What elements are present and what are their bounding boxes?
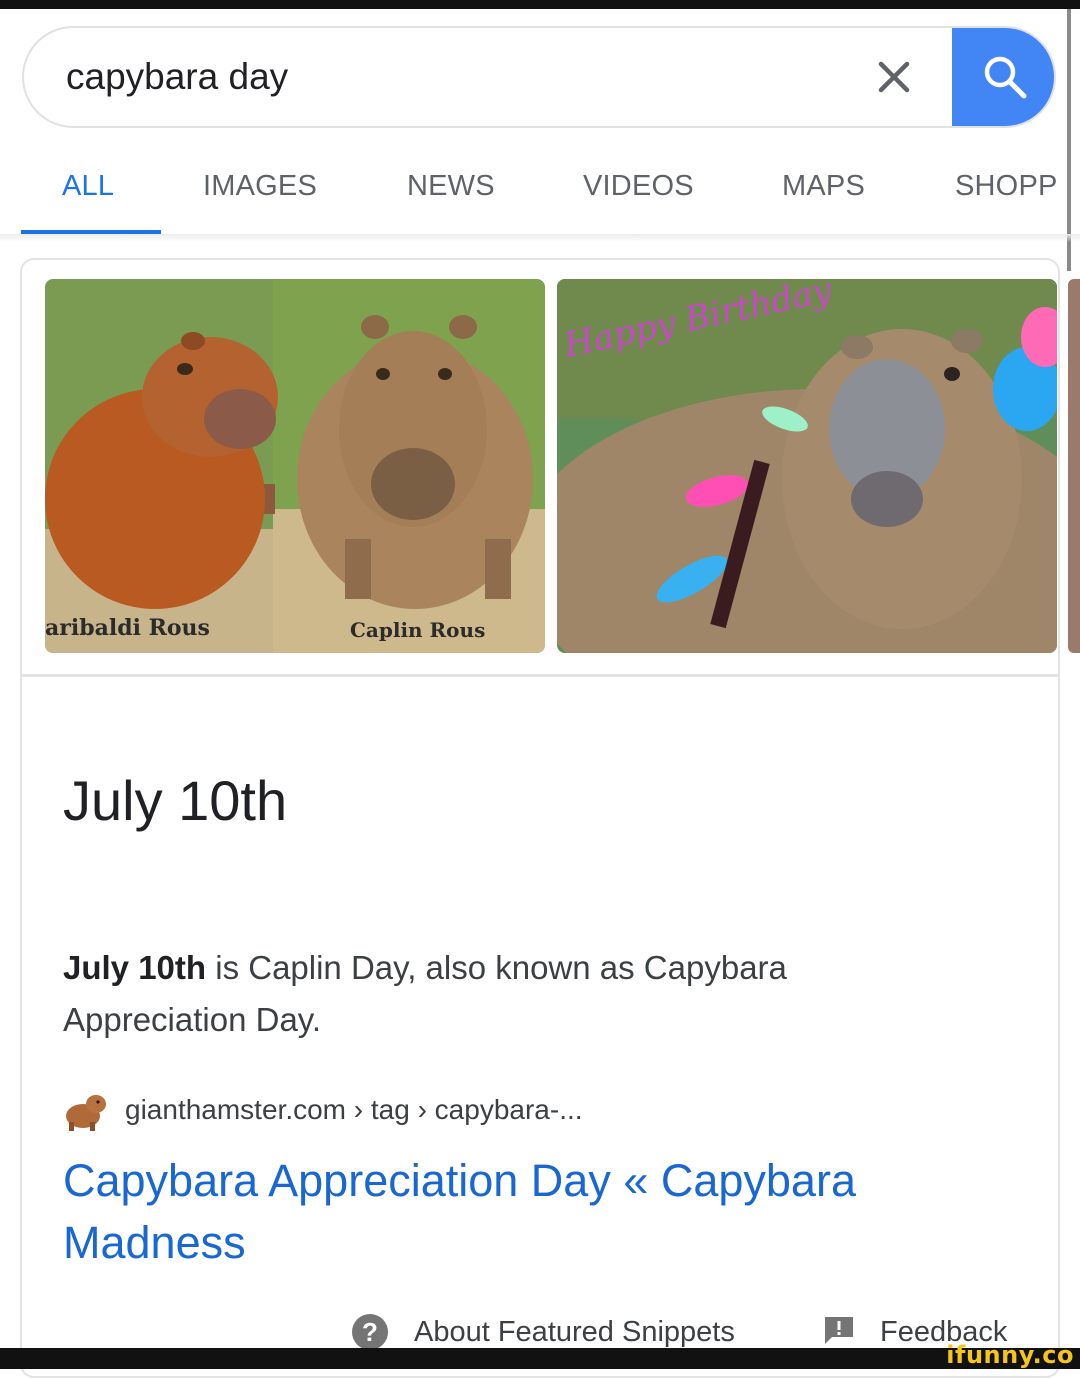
tab-videos[interactable]: VIDEOS: [583, 170, 694, 203]
search-icon: [984, 56, 1027, 99]
tab-maps[interactable]: MAPS: [782, 170, 865, 203]
tab-shopping[interactable]: SHOPP: [955, 170, 1058, 203]
tab-all[interactable]: ALL: [62, 170, 114, 203]
tabs-shadow: [0, 234, 1080, 242]
search-tabs: ALL IMAGES NEWS VIDEOS MAPS SHOPP: [0, 150, 1080, 236]
about-featured-snippets-link[interactable]: About Featured Snippets: [414, 1316, 735, 1349]
clear-icon[interactable]: [875, 52, 915, 102]
card-divider: [22, 674, 1058, 677]
next-image-peek[interactable]: [1068, 279, 1080, 653]
search-bar[interactable]: capybara day: [22, 26, 1056, 128]
tab-images[interactable]: IMAGES: [203, 170, 317, 203]
search-button[interactable]: [952, 28, 1054, 126]
search-input[interactable]: capybara day: [66, 56, 288, 98]
image-caption-left: aribaldi Rous: [45, 615, 210, 641]
result-image-left[interactable]: aribaldi Rous Caplin Rous: [45, 279, 545, 653]
result-image-right[interactable]: Happy Birthday: [557, 279, 1057, 653]
image-caption-right: Caplin Rous: [350, 618, 485, 642]
answer-title: July 10th: [63, 769, 288, 832]
result-title-link[interactable]: Capybara Appreciation Day « Capybara Mad…: [63, 1150, 1003, 1274]
source-breadcrumb[interactable]: gianthamster.com › tag › capybara-...: [125, 1094, 583, 1126]
tab-news[interactable]: NEWS: [407, 170, 495, 203]
snippet-bold: July 10th: [63, 949, 207, 986]
snippet-text: July 10th is Caplin Day, also known as C…: [63, 942, 963, 1046]
bottom-strip: [0, 1348, 1080, 1369]
watermark: ifunny.co: [946, 1341, 1074, 1369]
top-strip: [0, 0, 1080, 9]
capybara-favicon: [63, 1088, 107, 1137]
help-icon[interactable]: ?: [352, 1314, 388, 1350]
